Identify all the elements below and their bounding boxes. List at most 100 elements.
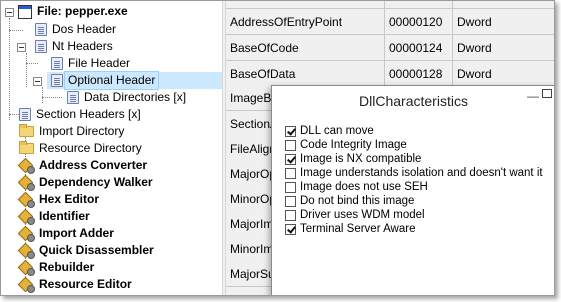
minimize-button[interactable]: — — [527, 90, 539, 102]
tree-line — [26, 63, 38, 64]
tool-icon — [19, 192, 35, 208]
tree-root-label: File: pepper.exe — [37, 4, 128, 18]
table-row[interactable] — [226, 1, 554, 9]
tool-label: Identifier — [39, 209, 90, 223]
tool-icon — [19, 260, 35, 276]
tool-address-converter[interactable]: Address Converter — [19, 157, 150, 174]
tree-line — [9, 18, 10, 120]
option-no-bind[interactable]: Do not bind this image — [285, 194, 414, 208]
document-icon — [51, 74, 63, 87]
grid-cell-offset — [385, 1, 453, 9]
tree-line — [9, 30, 23, 31]
tree-item-label: Section Headers [x] — [36, 107, 141, 121]
grid-cell-size: Dword — [453, 35, 554, 61]
checkbox[interactable] — [285, 153, 296, 165]
tool-label: Address Converter — [39, 158, 148, 172]
tree-item-label: Nt Headers — [52, 39, 113, 53]
tree-item-dos-header[interactable]: Dos Header — [35, 21, 119, 38]
tree-item-nt-headers[interactable]: Nt Headers — [35, 38, 116, 55]
tool-label: Quick Disassembler — [39, 243, 154, 257]
tree-item-file-header[interactable]: File Header — [51, 55, 133, 72]
tool-icon — [19, 175, 35, 191]
collapse-toggle[interactable] — [33, 77, 42, 86]
checkbox[interactable] — [285, 223, 296, 235]
tool-label: Import Adder — [39, 226, 114, 240]
tree-item-label: Dos Header — [52, 22, 117, 36]
document-icon — [67, 91, 79, 104]
tool-resource-editor[interactable]: Resource Editor — [19, 276, 135, 293]
tool-icon — [19, 158, 35, 174]
tree-panel[interactable]: File: pepper.exe Dos Header Nt Headers F… — [1, 1, 222, 295]
tree-line — [42, 87, 43, 103]
option-label: DLL can move — [300, 125, 374, 137]
option-no-isolation[interactable]: Image understands isolation and doesn't … — [285, 166, 543, 180]
tree-item-data-directories[interactable]: Data Directories [x] — [67, 89, 189, 106]
folder-icon — [19, 124, 34, 137]
tree-item-optional-header[interactable]: Optional Header — [47, 71, 222, 90]
option-no-seh[interactable]: Image does not use SEH — [285, 180, 428, 194]
checkbox[interactable] — [285, 167, 296, 179]
checkbox[interactable] — [285, 209, 296, 221]
tool-icon — [19, 226, 35, 242]
checkbox[interactable] — [285, 181, 296, 193]
maximize-button[interactable] — [542, 89, 552, 98]
tool-label: Resource Editor — [39, 277, 132, 291]
document-icon — [35, 23, 47, 36]
tool-label: Hex Editor — [39, 192, 100, 206]
tree-item-label: Resource Directory — [39, 141, 142, 155]
grid-cell-offset: 00000120 — [385, 9, 453, 35]
option-label: Driver uses WDM model — [300, 209, 425, 221]
table-row[interactable]: BaseOfCode 00000124 Dword — [226, 35, 554, 61]
document-icon — [35, 40, 47, 53]
option-wdm-driver[interactable]: Driver uses WDM model — [285, 208, 425, 222]
tree-item-label: File Header — [68, 56, 131, 70]
dll-characteristics-popup: DllCharacteristics — DLL can move Code I… — [271, 85, 554, 295]
document-icon — [51, 57, 63, 70]
tool-rebuilder[interactable]: Rebuilder — [19, 259, 97, 276]
option-code-integrity-image[interactable]: Code Integrity Image — [285, 138, 407, 152]
option-label: Image understands isolation and doesn't … — [300, 167, 543, 179]
tool-quick-disassembler[interactable]: Quick Disassembler — [19, 242, 157, 259]
grid-cell-size: Dword — [453, 9, 554, 35]
tool-label: Dependency Walker — [39, 175, 153, 189]
option-label: Image does not use SEH — [300, 181, 428, 193]
tool-import-adder[interactable]: Import Adder — [19, 225, 117, 242]
grid-cell-offset: 00000124 — [385, 35, 453, 61]
checkbox[interactable] — [285, 139, 296, 151]
option-nx-compatible[interactable]: Image is NX compatible — [285, 152, 421, 166]
option-label: Code Integrity Image — [300, 139, 407, 151]
option-label: Do not bind this image — [300, 195, 415, 207]
tool-dependency-walker[interactable]: Dependency Walker — [19, 174, 156, 191]
window-icon — [18, 4, 32, 19]
checkbox[interactable] — [285, 125, 296, 137]
tree-line — [26, 53, 27, 87]
table-row[interactable]: AddressOfEntryPoint 00000120 Dword — [226, 9, 554, 35]
table-row[interactable]: BaseOfData 00000128 Dword — [226, 61, 554, 87]
grid-cell-member: AddressOfEntryPoint — [226, 9, 385, 35]
collapse-toggle[interactable] — [5, 8, 14, 17]
tree-line — [42, 97, 62, 98]
grid-cell-member: BaseOfCode — [226, 35, 385, 61]
tree-item-import-directory[interactable]: Import Directory — [19, 123, 127, 140]
option-label: Terminal Server Aware — [300, 223, 416, 235]
option-label: Image is NX compatible — [300, 153, 422, 165]
checkbox[interactable] — [285, 195, 296, 207]
tree-root-file[interactable]: File: pepper.exe — [18, 3, 131, 20]
popup-title: DllCharacteristics — [359, 93, 468, 109]
tool-identifier[interactable]: Identifier — [19, 208, 93, 225]
tree-item-resource-directory[interactable]: Resource Directory — [19, 140, 145, 157]
grid-cell-offset: 00000128 — [385, 61, 453, 87]
tool-icon — [19, 243, 35, 259]
tool-hex-editor[interactable]: Hex Editor — [19, 191, 102, 208]
tree-item-label: Optional Header — [63, 71, 160, 90]
collapse-toggle[interactable] — [17, 43, 26, 52]
tree-item-section-headers[interactable]: Section Headers [x] — [19, 106, 144, 123]
tree-item-label: Import Directory — [39, 124, 125, 138]
grid-cell-size — [453, 1, 554, 9]
grid-cell-member: BaseOfData — [226, 61, 385, 87]
tool-label: Rebuilder — [39, 260, 95, 274]
tool-icon — [19, 277, 35, 293]
option-dll-can-move[interactable]: DLL can move — [285, 124, 374, 138]
option-terminal-server-aware[interactable]: Terminal Server Aware — [285, 222, 415, 236]
folder-icon — [19, 141, 34, 154]
